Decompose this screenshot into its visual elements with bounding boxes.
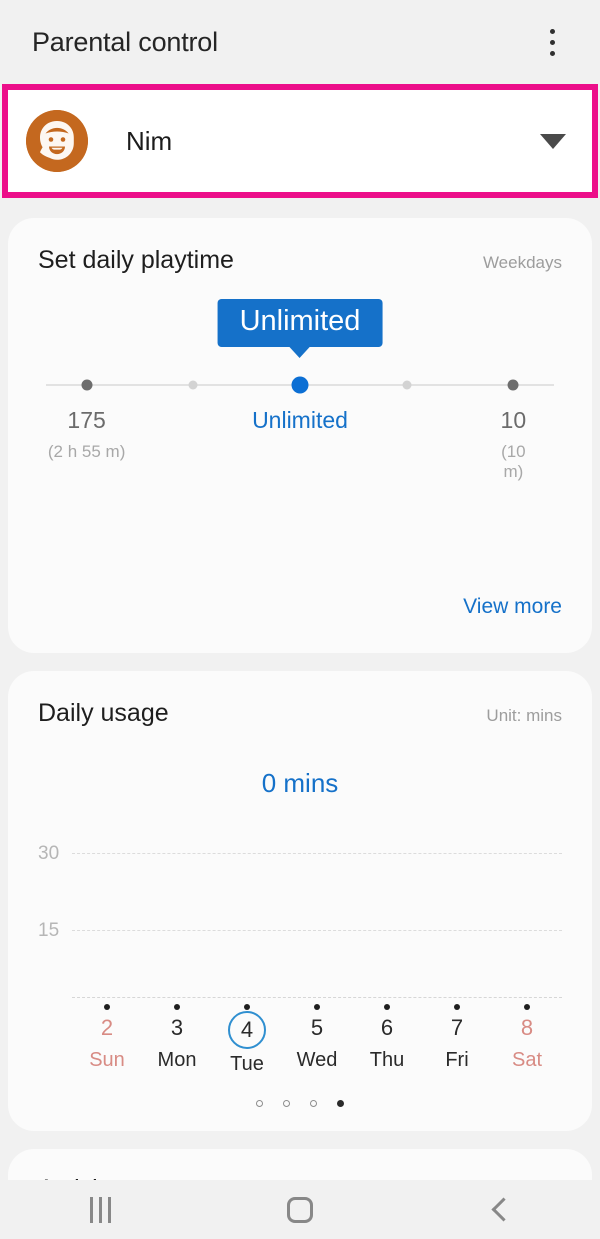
- overflow-menu-icon[interactable]: [530, 17, 574, 67]
- playtime-bubble-area: Unlimited: [38, 299, 562, 373]
- caret-down-icon[interactable]: [540, 133, 566, 149]
- slider-label-value: 10: [500, 407, 527, 433]
- day-name: Mon: [157, 1049, 197, 1071]
- playtime-value-bubble: Unlimited: [217, 299, 383, 347]
- profile-selector[interactable]: Nim: [2, 84, 598, 198]
- activity-card[interactable]: Activity No activities yet: [8, 1149, 592, 1180]
- home-button[interactable]: [200, 1180, 400, 1239]
- day-column-Thu[interactable]: 6 Thu: [366, 1011, 408, 1072]
- child-face-avatar-icon: [26, 110, 88, 172]
- set-daily-playtime-card: Set daily playtime Weekdays Unlimited 17…: [8, 218, 592, 653]
- day-name: Fri: [445, 1049, 469, 1071]
- usage-chart-plot: 30 15: [38, 817, 562, 1010]
- playtime-card-header: Set daily playtime Weekdays: [8, 218, 592, 275]
- day-number: 5: [310, 1015, 324, 1040]
- day-column-Sat[interactable]: 8 Sat: [506, 1011, 548, 1072]
- playtime-slider-track[interactable]: [46, 373, 554, 397]
- usage-page-indicator[interactable]: [8, 1100, 592, 1131]
- day-column-Sun[interactable]: 2 Sun: [86, 1011, 128, 1072]
- gridline: [72, 930, 562, 932]
- slider-label-0: 175 (2 h 55 m): [48, 407, 125, 462]
- day-name: Thu: [369, 1049, 405, 1071]
- gridline-30: 30: [38, 843, 562, 865]
- page-dot-0[interactable]: [256, 1100, 263, 1107]
- slider-label-2: Unlimited: [252, 407, 348, 434]
- slider-tick-0[interactable]: [81, 379, 93, 391]
- activity-title: Activity: [38, 1175, 562, 1180]
- day-number: 8: [520, 1015, 534, 1040]
- day-number: 2: [100, 1015, 114, 1040]
- kebab-dot: [549, 28, 555, 34]
- day-number: 4: [228, 1011, 266, 1049]
- day-name: Tue: [230, 1053, 264, 1075]
- playtime-scope-label: Weekdays: [482, 253, 562, 272]
- back-button[interactable]: [400, 1180, 600, 1239]
- y-axis-tick-label: 30: [38, 842, 60, 864]
- content-scroll-area[interactable]: Set daily playtime Weekdays Unlimited 17…: [0, 202, 600, 1180]
- slider-label-4: 10 (10 m): [493, 407, 534, 482]
- back-icon: [490, 1197, 516, 1222]
- view-more-link[interactable]: View more: [463, 595, 562, 619]
- usage-unit-label: Unit: mins: [486, 706, 562, 725]
- slider-label-sub: (10 m): [501, 442, 526, 481]
- day-name: Sat: [511, 1049, 543, 1071]
- page-dot-3[interactable]: [337, 1100, 344, 1107]
- recents-icon: [89, 1196, 111, 1223]
- gridline-baseline: [38, 997, 562, 998]
- usage-card-header: Daily usage Unit: mins: [8, 671, 592, 728]
- day-column-Fri[interactable]: 7 Fri: [436, 1011, 478, 1072]
- slider-tick-1[interactable]: [188, 380, 198, 390]
- playtime-slider-body: Unlimited 175 (2 h 55 m) Unlimited 10 (10 m): [8, 299, 592, 595]
- usage-total-value: 0 mins: [261, 768, 339, 798]
- slider-tick-3[interactable]: [402, 380, 412, 390]
- slider-tick-4[interactable]: [507, 379, 519, 391]
- y-axis-tick-label: 15: [38, 919, 60, 941]
- day-number: 7: [450, 1015, 464, 1040]
- slider-label-value: 175: [67, 407, 106, 433]
- profile-selector-wrap: Nim: [0, 84, 600, 202]
- activity-card-body: Activity No activities yet: [8, 1149, 592, 1180]
- gridline: [72, 997, 562, 998]
- slider-label-sub: (2 h 55 m): [47, 442, 126, 461]
- usage-axis-labels: 2 Sun 3 Mon 4 Tue 5 Wed 6 Thu 7 Fri 8 Sat: [72, 1007, 562, 1085]
- profile-name: Nim: [126, 125, 173, 156]
- page-dot-2[interactable]: [310, 1100, 317, 1107]
- slider-tick-2[interactable]: [291, 376, 309, 394]
- playtime-title: Set daily playtime: [38, 246, 234, 274]
- home-icon: [287, 1196, 313, 1223]
- gridline-15: 15: [38, 920, 562, 942]
- day-number: 6: [380, 1015, 394, 1040]
- system-navigation-bar: [0, 1180, 600, 1239]
- kebab-dot: [549, 50, 555, 56]
- recents-button[interactable]: [0, 1180, 200, 1239]
- day-number: 3: [170, 1015, 184, 1040]
- page-dot-1[interactable]: [283, 1100, 290, 1107]
- gridline: [72, 853, 562, 855]
- day-column-Mon[interactable]: 3 Mon: [156, 1011, 198, 1072]
- usage-chart-body: 0 mins 30 15 2 Sun 3 Mon 4 Tue 5 Wed 6 Thu 7 Fri 8 Sat: [8, 768, 592, 1098]
- day-name: Wed: [296, 1049, 338, 1071]
- phone-screen: Parental control Nim Set daily playtime …: [0, 0, 600, 1239]
- kebab-dot: [549, 39, 555, 45]
- app-bar: Parental control: [0, 0, 600, 84]
- playtime-tick-labels: 175 (2 h 55 m) Unlimited 10 (10 m): [46, 397, 554, 483]
- slider-label-value: Unlimited: [252, 407, 348, 433]
- day-name: Sun: [89, 1049, 125, 1071]
- day-column-Tue[interactable]: 4 Tue: [228, 1011, 266, 1076]
- page-title: Parental control: [32, 26, 218, 57]
- daily-usage-card: Daily usage Unit: mins 0 mins 30 15 2 Sun 3…: [8, 671, 592, 1131]
- playtime-view-more-row: View more: [8, 595, 592, 619]
- day-column-Wed[interactable]: 5 Wed: [296, 1011, 338, 1072]
- usage-title: Daily usage: [38, 699, 169, 727]
